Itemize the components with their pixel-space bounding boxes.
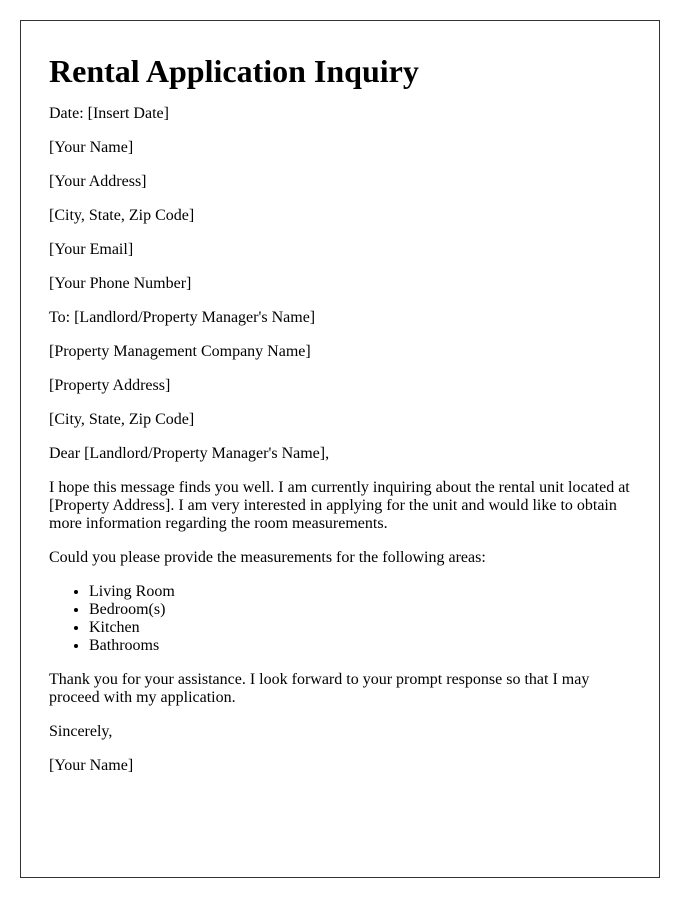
list-item: Bathrooms [89,637,631,655]
signature: [Your Name] [49,757,134,774]
list-item: Kitchen [89,619,631,637]
closing-paragraph: Thank you for your assistance. I look fo… [49,671,590,706]
list-item: Bedroom(s) [89,601,631,619]
sender-phone: [Your Phone Number] [49,275,192,292]
salutation: Dear [Landlord/Property Manager's Name], [49,445,330,462]
sender-address: [Your Address] [49,173,147,190]
date-line: Date: [Insert Date] [49,105,169,122]
recipient-company: [Property Management Company Name] [49,343,311,360]
recipient-city-state-zip: [City, State, Zip Code] [49,411,195,428]
list-item: Living Room [89,583,631,601]
sender-name: [Your Name] [49,139,134,156]
sender-email: [Your Email] [49,241,134,258]
recipient-address: [Property Address] [49,377,171,394]
areas-list: Living Room Bedroom(s) Kitchen Bathrooms [49,583,631,655]
letter-page: Rental Application Inquiry Date: [Insert… [20,20,660,878]
sender-city-state-zip: [City, State, Zip Code] [49,207,195,224]
request-paragraph: Could you please provide the measurement… [49,549,486,566]
recipient-to-line: To: [Landlord/Property Manager's Name] [49,309,316,326]
letter-title: Rental Application Inquiry [49,53,419,89]
intro-paragraph: I hope this message finds you well. I am… [49,479,630,532]
closing: Sincerely, [49,723,113,740]
